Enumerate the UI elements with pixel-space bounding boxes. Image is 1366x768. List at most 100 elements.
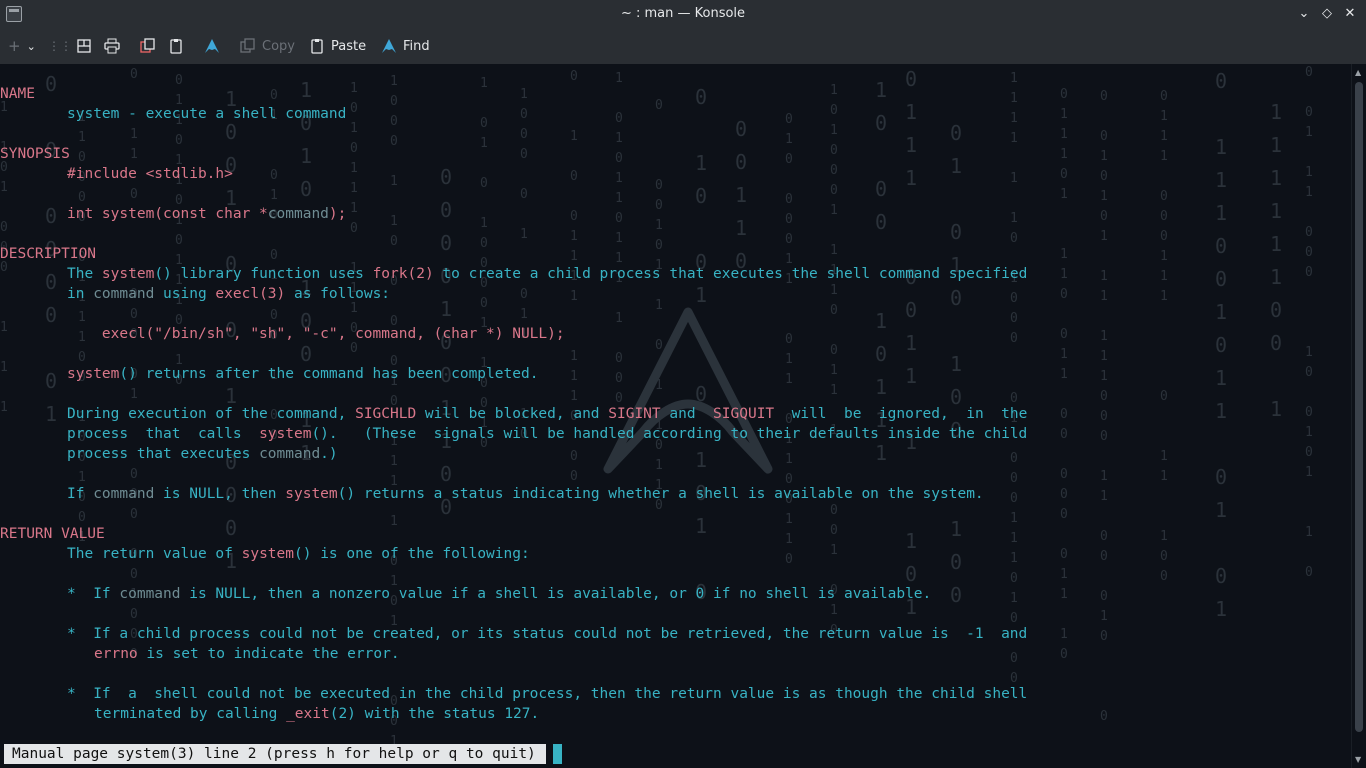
new-tab-button[interactable]: + ⌄: [8, 28, 36, 64]
matrix-digit: 0: [1100, 389, 1108, 404]
scrollbar-thumb[interactable]: [1355, 82, 1363, 732]
matrix-digit: 1: [1215, 300, 1228, 324]
plus-icon: +: [8, 37, 21, 55]
paste-icon: [311, 39, 323, 54]
matrix-digit: 1: [905, 529, 918, 553]
paste-button[interactable]: Paste: [309, 28, 366, 64]
matrix-digit: 0: [0, 220, 8, 235]
matrix-digit: 1: [1160, 249, 1168, 264]
matrix-digit: 0: [785, 212, 793, 227]
matrix-digit: 0: [1215, 267, 1228, 291]
matrix-digit: 1: [570, 129, 578, 144]
matrix-digit: 1: [1010, 511, 1018, 526]
matrix-digit: 1: [1060, 147, 1068, 162]
matrix-digit: 1: [905, 133, 918, 157]
matrix-digit: 0: [830, 523, 838, 538]
matrix-digit: 1: [1100, 469, 1108, 484]
matrix-digit: 1: [1215, 168, 1228, 192]
bullet-3: * If a shell could not be executed in th…: [67, 686, 1028, 702]
matrix-digit: 1: [1060, 247, 1068, 262]
matrix-digit: 0: [1010, 331, 1018, 346]
copy-screen-button[interactable]: [140, 28, 156, 64]
matrix-digit: 0: [830, 103, 838, 118]
matrix-digit: 0: [520, 107, 528, 122]
matrix-digit: 1: [695, 514, 708, 538]
matrix-digit: 1: [1305, 525, 1313, 540]
copy-button[interactable]: Copy: [240, 28, 295, 64]
matrix-digit: 1: [1160, 529, 1168, 544]
matrix-digit: 0: [130, 607, 138, 622]
matrix-digit: 1: [1010, 111, 1018, 126]
minimize-icon[interactable]: ⌄: [1294, 4, 1314, 24]
matrix-digit: 1: [570, 389, 578, 404]
copy-screen-icon: [140, 38, 155, 53]
matrix-digit: 0: [875, 210, 888, 234]
matrix-digit: 0: [130, 507, 138, 522]
matrix-digit: 1: [905, 166, 918, 190]
bullet-1: * If command is NULL, then a nonzero val…: [67, 586, 932, 602]
matrix-digit: 1: [390, 514, 398, 529]
matrix-digit: 0: [1100, 89, 1108, 104]
matrix-digit: 1: [1270, 199, 1283, 223]
matrix-digit: 1: [440, 297, 453, 321]
matrix-digit: 1: [1010, 71, 1018, 86]
matrix-digit: 1: [0, 180, 8, 195]
matrix-digit: 0: [905, 67, 918, 91]
matrix-digit: 1: [520, 87, 528, 102]
matrix-digit: 0: [78, 350, 86, 365]
terminal-view[interactable]: 1 1 0 1 0 0 0 1 1 1 0 0 0 0 0 0 0 1 1 1 0 0 0 0 0 1 1 1 1 0 0 1 0 0 1 0 0 1 0 1…: [0, 64, 1366, 768]
matrix-digit: 0: [390, 134, 398, 149]
maximize-icon[interactable]: ◇: [1317, 4, 1337, 24]
scrollbar[interactable]: ▲ ▼: [1351, 64, 1366, 768]
arch-menu-button[interactable]: [204, 28, 220, 64]
matrix-digit: 1: [1270, 232, 1283, 256]
print-button[interactable]: [104, 28, 120, 64]
matrix-digit: 0: [1010, 491, 1018, 506]
matrix-digit: 0: [1215, 564, 1228, 588]
matrix-digit: 1: [1060, 587, 1068, 602]
matrix-digit: 0: [520, 287, 528, 302]
matrix-digit: 1: [785, 132, 793, 147]
matrix-digit: 1: [350, 161, 358, 176]
matrix-digit: 1: [615, 71, 623, 86]
matrix-digit: 1: [570, 229, 578, 244]
matrix-digit: 0: [390, 114, 398, 129]
matrix-digit: 0: [735, 150, 748, 174]
matrix-digit: 0: [735, 117, 748, 141]
matrix-digit: 1: [1060, 187, 1068, 202]
split-view-button[interactable]: ⋮⋮: [48, 28, 72, 64]
matrix-digit: 0: [1060, 427, 1068, 442]
matrix-digit: 1: [1305, 465, 1313, 480]
matrix-digit: 0: [570, 209, 578, 224]
matrix-digit: 1: [1305, 125, 1313, 140]
layout-button[interactable]: [76, 28, 92, 64]
matrix-digit: 1: [1010, 551, 1018, 566]
matrix-digit: 1: [480, 216, 488, 231]
matrix-digit: 0: [130, 67, 138, 82]
matrix-digit: 0: [350, 221, 358, 236]
find-icon: [382, 39, 396, 53]
matrix-digit: 0: [1010, 651, 1018, 666]
matrix-digit: 0: [1215, 234, 1228, 258]
matrix-digit: 1: [1215, 597, 1228, 621]
matrix-digit: 1: [1060, 267, 1068, 282]
matrix-digit: 1: [785, 532, 793, 547]
close-icon[interactable]: ✕: [1340, 4, 1360, 24]
description-line-1: The system() library function uses fork(…: [67, 266, 1028, 282]
matrix-digit: 1: [695, 151, 708, 175]
scroll-down-icon[interactable]: ▼: [1355, 755, 1361, 764]
find-button[interactable]: Find: [381, 28, 430, 64]
matrix-digit: 0: [480, 176, 488, 191]
matrix-digit: 0: [45, 303, 58, 327]
matrix-digit: 0: [655, 238, 663, 253]
matrix-digit: 1: [570, 249, 578, 264]
matrix-digit: 0: [1060, 547, 1068, 562]
matrix-digit: 0: [950, 550, 963, 574]
scroll-up-icon[interactable]: ▲: [1355, 68, 1361, 77]
matrix-digit: 0: [300, 177, 313, 201]
matrix-digit: 0: [78, 510, 86, 525]
clipboard-button[interactable]: [168, 28, 184, 64]
matrix-digit: 0: [570, 469, 578, 484]
matrix-digit: 1: [1060, 127, 1068, 142]
matrix-digit: 0: [695, 184, 708, 208]
